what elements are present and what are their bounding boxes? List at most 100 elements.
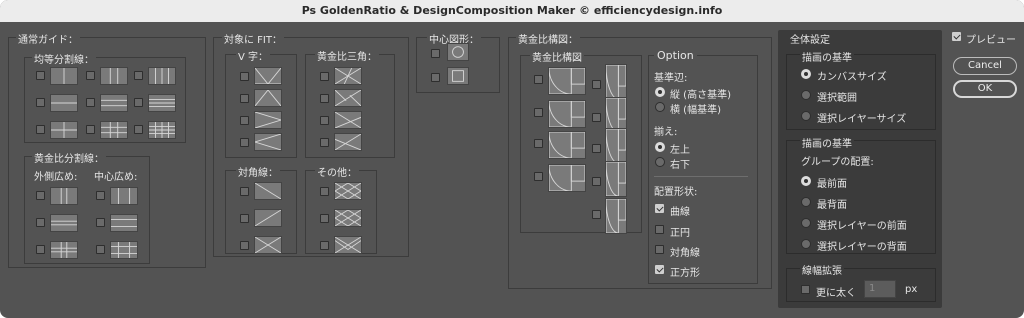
other-checkbox-1[interactable] — [320, 214, 329, 223]
equal-split-checkbox-1-0[interactable] — [36, 98, 45, 107]
other-checkbox-0[interactable] — [320, 187, 329, 196]
equal-split-checkbox-2-2[interactable] — [134, 125, 143, 134]
selected-layer-size-radio[interactable] — [801, 111, 811, 121]
bottom-right-radio[interactable] — [655, 157, 665, 167]
draw-base-label: 描画の基準 — [800, 49, 854, 64]
other-icon-1 — [334, 209, 362, 227]
equal-split-checkbox-0-2[interactable] — [134, 71, 143, 80]
ok-button[interactable]: OK — [953, 80, 1017, 98]
equal-split-icon-0-0 — [50, 67, 78, 85]
canvas-size-radio[interactable] — [801, 69, 811, 79]
diagonal-title: 対角線： — [236, 164, 280, 179]
back-of-layer-radio[interactable] — [801, 239, 811, 249]
golden-spiral-icon-left-0 — [548, 67, 586, 95]
other-checkbox-2[interactable] — [320, 241, 329, 250]
golden-spiral-icon-right-0 — [605, 64, 627, 100]
golden-comp-checkbox-right-0[interactable] — [592, 80, 601, 89]
golden-split-title: 黄金比分割線： — [32, 150, 106, 165]
golden-spiral-icon-left-3 — [548, 164, 586, 192]
golden-comp-checkbox-right-2[interactable] — [592, 144, 601, 153]
back-of-layer-label: 選択レイヤーの背面 — [817, 242, 907, 253]
bottom-right-label: 右下 — [670, 160, 690, 171]
equal-split-icon-0-1 — [100, 67, 128, 85]
v-shape-checkbox-2[interactable] — [240, 116, 249, 125]
golden-spiral-icon-right-3 — [605, 161, 627, 197]
golden-spiral-icon-left-1 — [548, 100, 586, 128]
golden-split-checkbox-2-1[interactable] — [96, 245, 105, 254]
golden-comp-checkbox-left-2[interactable] — [534, 139, 543, 148]
equal-split-icon-1-1 — [100, 94, 128, 112]
option-divider — [654, 176, 748, 177]
square-checkbox[interactable] — [655, 265, 664, 274]
golden-triangle-checkbox-3[interactable] — [320, 138, 329, 147]
guides-title: 通常ガイド： — [16, 31, 80, 46]
golden-triangle-checkbox-1[interactable] — [320, 94, 329, 103]
golden-comp-checkbox-extra[interactable] — [592, 210, 601, 219]
golden-spiral-icon-right-2 — [605, 128, 627, 164]
golden-comp-checkbox-left-3[interactable] — [534, 172, 543, 181]
golden-triangle-icon-1 — [334, 89, 362, 107]
option-title: Option — [654, 49, 697, 62]
top-left-radio[interactable] — [655, 142, 665, 152]
front-of-layer-label: 選択レイヤーの前面 — [817, 221, 907, 232]
golden-comp-checkbox-right-3[interactable] — [592, 177, 601, 186]
golden-comp-checkbox-left-1[interactable] — [534, 108, 543, 117]
diagonal-label: 対角線 — [670, 248, 700, 259]
v-shape-checkbox-1[interactable] — [240, 94, 249, 103]
golden-triangle-checkbox-0[interactable] — [320, 72, 329, 81]
front-radio[interactable] — [801, 176, 811, 186]
v-shape-checkbox-3[interactable] — [240, 138, 249, 147]
golden-comp-checkbox-right-1[interactable] — [592, 113, 601, 122]
equal-split-checkbox-1-1[interactable] — [86, 98, 95, 107]
preview-label: プレビュー — [966, 35, 1016, 46]
top-left-label: 左上 — [670, 145, 690, 156]
golden-triangle-title: 黄金比三角： — [315, 48, 379, 63]
golden-comp-checkbox-left-0[interactable] — [534, 75, 543, 84]
selection-range-label: 選択範囲 — [817, 93, 857, 104]
golden-split-icon-1-0 — [50, 214, 78, 232]
golden-split-checkbox-1-1[interactable] — [96, 218, 105, 227]
cancel-button[interactable]: Cancel — [953, 57, 1017, 75]
equal-split-checkbox-0-0[interactable] — [36, 71, 45, 80]
diagonal-checkbox-1[interactable] — [240, 214, 249, 223]
selection-range-radio[interactable] — [801, 90, 811, 100]
back-radio[interactable] — [801, 197, 811, 207]
preview-checkbox[interactable] — [952, 32, 961, 41]
horizontal-label: 横 (幅基準) — [670, 105, 721, 116]
vertical-radio[interactable] — [655, 87, 665, 97]
golden-triangle-checkbox-2[interactable] — [320, 116, 329, 125]
equal-split-checkbox-2-0[interactable] — [36, 125, 45, 134]
thickness-input[interactable]: 1 — [864, 280, 896, 298]
vertical-label: 縦 (高さ基準) — [670, 90, 731, 101]
golden-split-checkbox-1-0[interactable] — [36, 218, 45, 227]
diagonal-checkbox-2[interactable] — [240, 241, 249, 250]
circle-checkbox[interactable] — [655, 225, 664, 234]
golden-triangle-icon-2 — [334, 111, 362, 129]
equal-split-checkbox-0-1[interactable] — [86, 71, 95, 80]
center-square-checkbox[interactable] — [431, 73, 440, 82]
equal-split-icon-1-2 — [148, 94, 176, 112]
thicker-checkbox[interactable] — [801, 285, 810, 294]
diagonal-checkbox[interactable] — [655, 245, 664, 254]
center-wide-label: 中心広め: — [94, 172, 138, 183]
horizontal-radio[interactable] — [655, 102, 665, 112]
equal-split-checkbox-2-1[interactable] — [86, 125, 95, 134]
diagonal-checkbox-0[interactable] — [240, 187, 249, 196]
center-circle-checkbox[interactable] — [431, 49, 440, 58]
outer-wide-label: 外側広め: — [34, 172, 78, 183]
v-shape-checkbox-0[interactable] — [240, 72, 249, 81]
golden-split-checkbox-2-0[interactable] — [36, 245, 45, 254]
golden-split-checkbox-0-0[interactable] — [36, 191, 45, 200]
canvas-size-label: カンバスサイズ — [817, 72, 887, 83]
golden-split-checkbox-0-1[interactable] — [96, 191, 105, 200]
draw-base2-label: 描画の基準 — [800, 135, 854, 150]
thicker-label: 更に太く — [816, 288, 856, 299]
back-label: 最背面 — [817, 200, 847, 211]
front-of-layer-radio[interactable] — [801, 218, 811, 228]
equal-split-checkbox-1-2[interactable] — [134, 98, 143, 107]
global-settings-title: 全体設定 — [790, 35, 830, 46]
shapes-label: 配置形状: — [654, 187, 698, 198]
base-side-label: 基準辺: — [654, 73, 688, 84]
curve-checkbox[interactable] — [655, 204, 664, 213]
diagonal-icon-2 — [254, 236, 282, 254]
